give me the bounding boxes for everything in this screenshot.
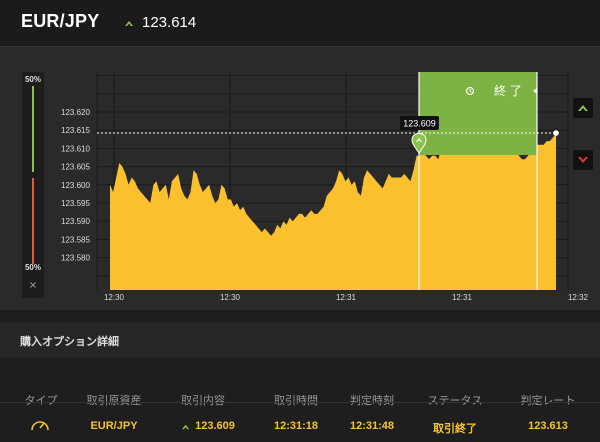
details-section-header: 購入オプション詳細 xyxy=(0,322,600,358)
low-arrow-icon xyxy=(578,157,588,163)
low-button[interactable] xyxy=(573,150,593,170)
col-header-asset: 取引原資産 xyxy=(86,394,142,407)
gauge-up-percent: 50% xyxy=(24,75,41,84)
col-header-trade-time: 取引時間 xyxy=(274,394,318,407)
x-axis-labels: 12:30 12:30 12:31 12:31 12:32 xyxy=(104,293,589,302)
row-trade-time: 12:31:18 xyxy=(273,420,319,432)
price-chart: 終 了 123.609 123.620 123.615 123.610 123.605… xyxy=(61,72,589,302)
table-divider xyxy=(0,402,600,403)
details-title: 購入オプション詳細 xyxy=(20,335,119,348)
gauge-down-percent: 50% xyxy=(24,263,41,272)
row-content-value: 123.609 xyxy=(195,420,235,432)
row-status: 取引終了 xyxy=(433,422,477,435)
y-tick-label: 123.605 xyxy=(61,163,90,172)
col-header-content: 取引内容 xyxy=(181,394,225,407)
x-tick-label: 12:30 xyxy=(104,293,125,302)
col-header-status: ステータス xyxy=(427,394,483,407)
row-rate: 123.613 xyxy=(528,420,568,432)
gauge-up-bar xyxy=(32,86,34,172)
gauge-down-bar xyxy=(32,178,34,264)
high-arrow-icon xyxy=(578,105,588,111)
col-header-rate: 判定レート xyxy=(520,394,576,407)
result-panel-label: 終 了 xyxy=(494,83,522,98)
y-tick-label: 123.585 xyxy=(61,235,90,244)
row-asset: EUR/JPY xyxy=(90,420,138,432)
col-header-judge-time: 判定時刻 xyxy=(350,394,394,407)
y-tick-label: 123.595 xyxy=(61,199,90,208)
up-arrow-icon xyxy=(182,424,190,429)
y-tick-label: 123.580 xyxy=(61,254,90,263)
sentiment-gauge: 50% 50% × xyxy=(22,72,44,298)
y-tick-label: 123.600 xyxy=(61,181,90,190)
y-tick-label: 123.610 xyxy=(61,144,90,153)
x-tick-label: 12:31 xyxy=(336,293,357,302)
y-tick-label: 123.615 xyxy=(61,126,90,135)
x-tick-label: 12:32 xyxy=(568,293,589,302)
row-content: 123.609 xyxy=(181,420,235,432)
y-tick-label: 123.590 xyxy=(61,217,90,226)
x-tick-label: 12:31 xyxy=(452,293,473,302)
row-judge-time: 12:31:48 xyxy=(349,420,395,432)
y-axis-labels: 123.620 123.615 123.610 123.605 123.600 123.5… xyxy=(61,108,90,263)
y-tick-label: 123.620 xyxy=(61,108,90,117)
col-header-type: タイプ xyxy=(24,394,58,407)
current-price-dot xyxy=(553,130,559,136)
x-tick-label: 12:30 xyxy=(220,293,241,302)
timer-gauge-icon xyxy=(31,421,49,431)
entry-price-label: 123.609 xyxy=(403,119,436,129)
gauge-close-icon[interactable]: × xyxy=(22,280,44,291)
high-button[interactable] xyxy=(573,98,593,118)
